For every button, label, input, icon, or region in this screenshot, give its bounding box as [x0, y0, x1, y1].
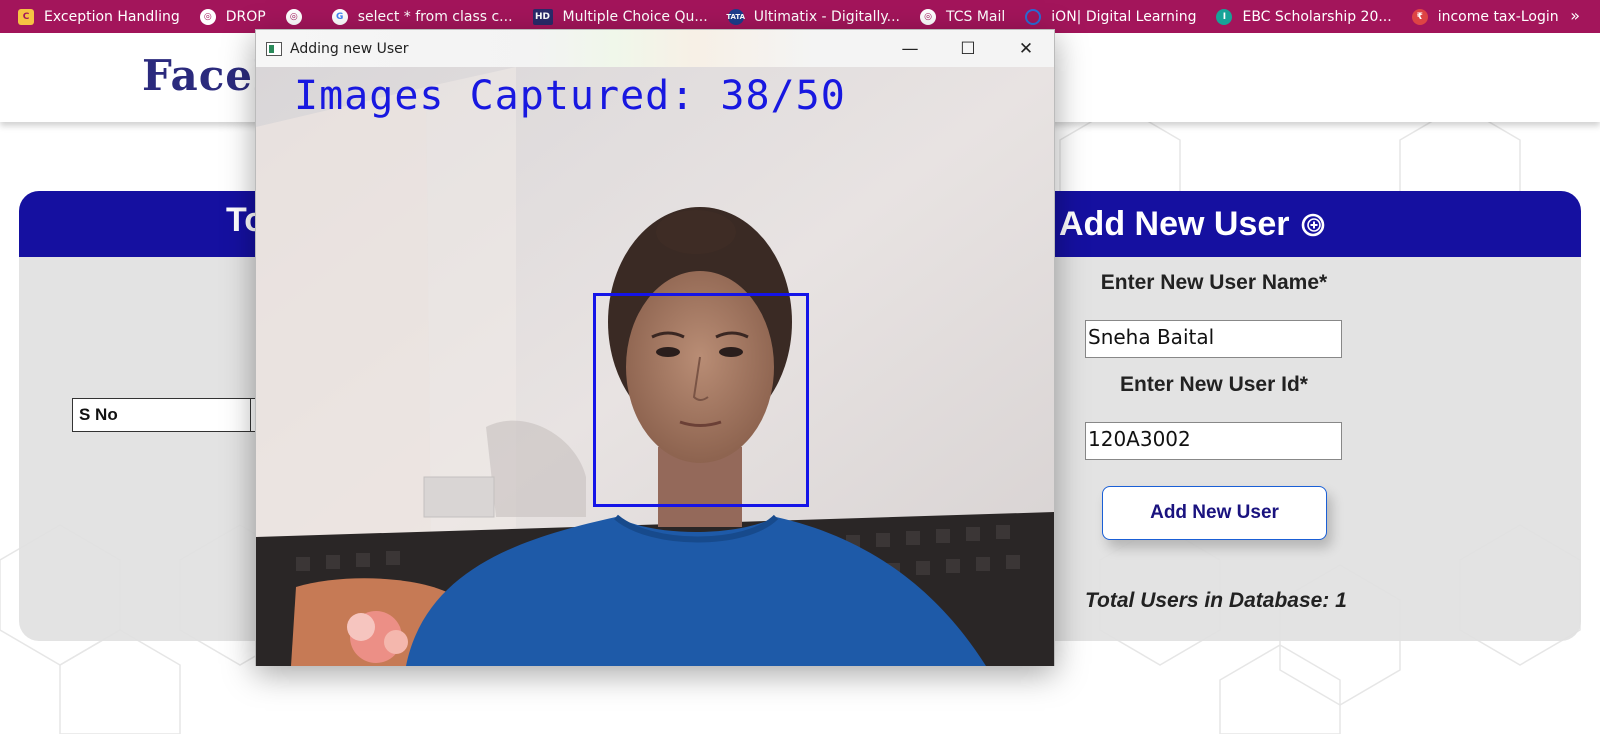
bookmark-ultimatix[interactable]: TATA Ultimatix - Digitally... [726, 8, 900, 25]
window-app-icon [266, 41, 282, 56]
capture-window-titlebar[interactable]: Adding new User — ☐ ✕ [256, 30, 1054, 67]
hd-icon: HD [532, 8, 553, 25]
bookmark-label: EBC Scholarship 20... [1242, 8, 1392, 25]
bookmark-multiple-choice[interactable]: HD Multiple Choice Qu... [532, 8, 708, 25]
google-icon: G [331, 8, 348, 25]
bookmark-tcs-mail[interactable]: ◎ TCS Mail [920, 8, 1006, 25]
minimize-button[interactable]: — [881, 30, 939, 67]
add-user-title: Add New User [1059, 205, 1326, 244]
add-circle-icon [1301, 213, 1324, 236]
bookmarks-more-button[interactable]: » [1570, 6, 1580, 25]
capture-window-title: Adding new User [290, 40, 409, 57]
bookmark-income-tax[interactable]: ₹ income tax-Login [1411, 8, 1559, 25]
tax-icon: ₹ [1411, 8, 1428, 25]
bookmark-ebc[interactable]: I EBC Scholarship 20... [1216, 8, 1392, 25]
bookmark-exception-handling[interactable]: C Exception Handling [18, 8, 180, 25]
tata-icon: TATA [726, 8, 745, 25]
bookmark-select-from-class[interactable]: G select * from class c... [331, 8, 513, 25]
add-user-title-text: Add New User [1059, 205, 1290, 243]
add-new-user-button[interactable]: Add New User [1102, 486, 1327, 540]
face-detection-box [593, 293, 809, 507]
bookmark-app-icon: C [18, 8, 34, 25]
ebc-icon: I [1216, 8, 1233, 25]
table-header-sno: S No [72, 398, 252, 432]
bookmark-label: DROP [225, 8, 266, 25]
user-name-label: Enter New User Name* [1100, 271, 1328, 294]
bookmark-label: income tax-Login [1437, 8, 1559, 25]
images-captured-overlay: Images Captured: 38/50 [294, 73, 846, 119]
maximize-button[interactable]: ☐ [939, 30, 997, 67]
bookmark-label: Multiple Choice Qu... [562, 8, 708, 25]
bookmark-label: Exception Handling [44, 8, 180, 25]
bookmark-drop[interactable]: ◎ DROP [199, 8, 266, 25]
globe-icon: ◎ [199, 8, 216, 25]
globe-icon: ◎ [920, 8, 936, 25]
user-name-input[interactable]: Sneha Baital [1085, 320, 1342, 358]
globe-icon: ◎ [285, 8, 302, 25]
bookmark-label: TCS Mail [946, 8, 1006, 25]
bookmark-label: Ultimatix - Digitally... [753, 8, 900, 25]
user-id-label: Enter New User Id* [1120, 373, 1308, 396]
bookmark-ion[interactable]: o iON| Digital Learning [1025, 8, 1197, 25]
user-id-input[interactable]: 120A3002 [1085, 422, 1342, 460]
close-button[interactable]: ✕ [997, 30, 1055, 67]
capture-window[interactable]: Adding new User — ☐ ✕ Images Captured: 3… [255, 29, 1055, 666]
ion-icon: o [1025, 8, 1042, 25]
bookmark-globe[interactable]: ◎ [285, 8, 312, 25]
camera-feed: Images Captured: 38/50 [256, 67, 1054, 666]
total-users-count: Total Users in Database: 1 [1085, 589, 1347, 612]
bookmark-label: iON| Digital Learning [1051, 8, 1197, 25]
bookmark-label: select * from class c... [357, 8, 513, 25]
